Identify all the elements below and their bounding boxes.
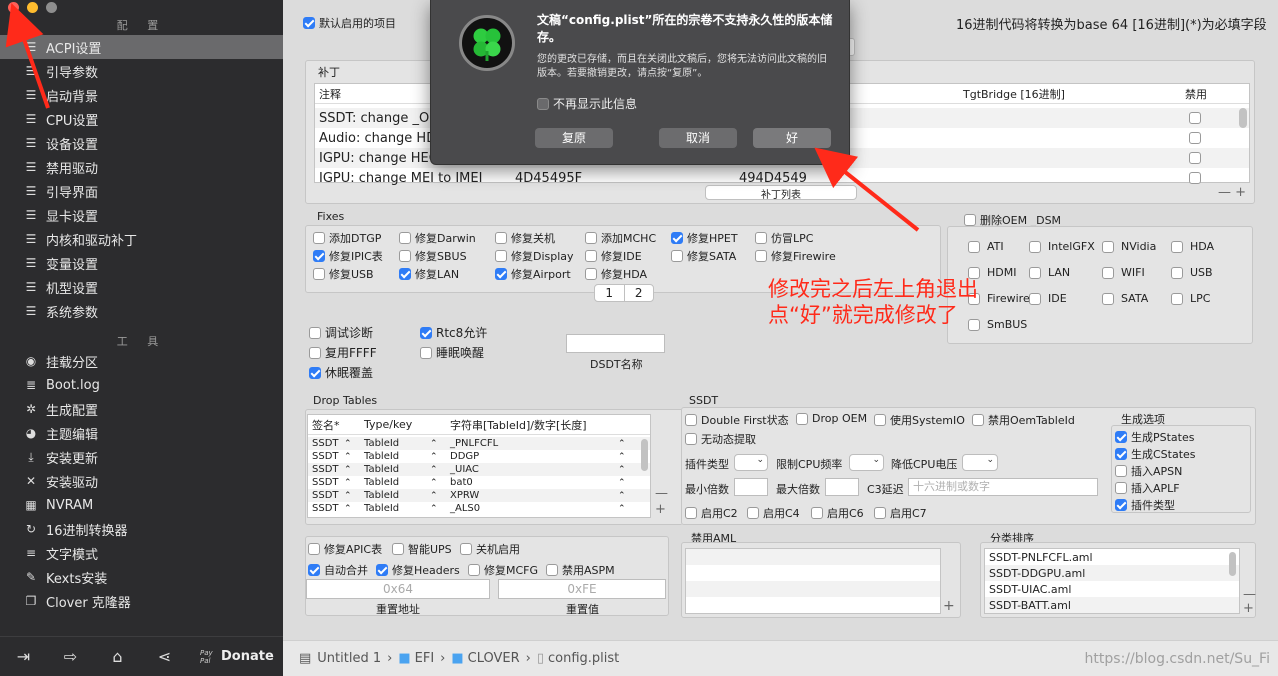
annotation-text-line1: 修改完之后左上角退出 — [768, 277, 978, 301]
arrow-to-close-icon — [5, 3, 50, 109]
arrow-to-ok-button — [814, 147, 920, 232]
annotation-arrows — [5, 3, 920, 232]
annotation-text-line2: 点“好”就完成修改了 — [768, 303, 958, 327]
